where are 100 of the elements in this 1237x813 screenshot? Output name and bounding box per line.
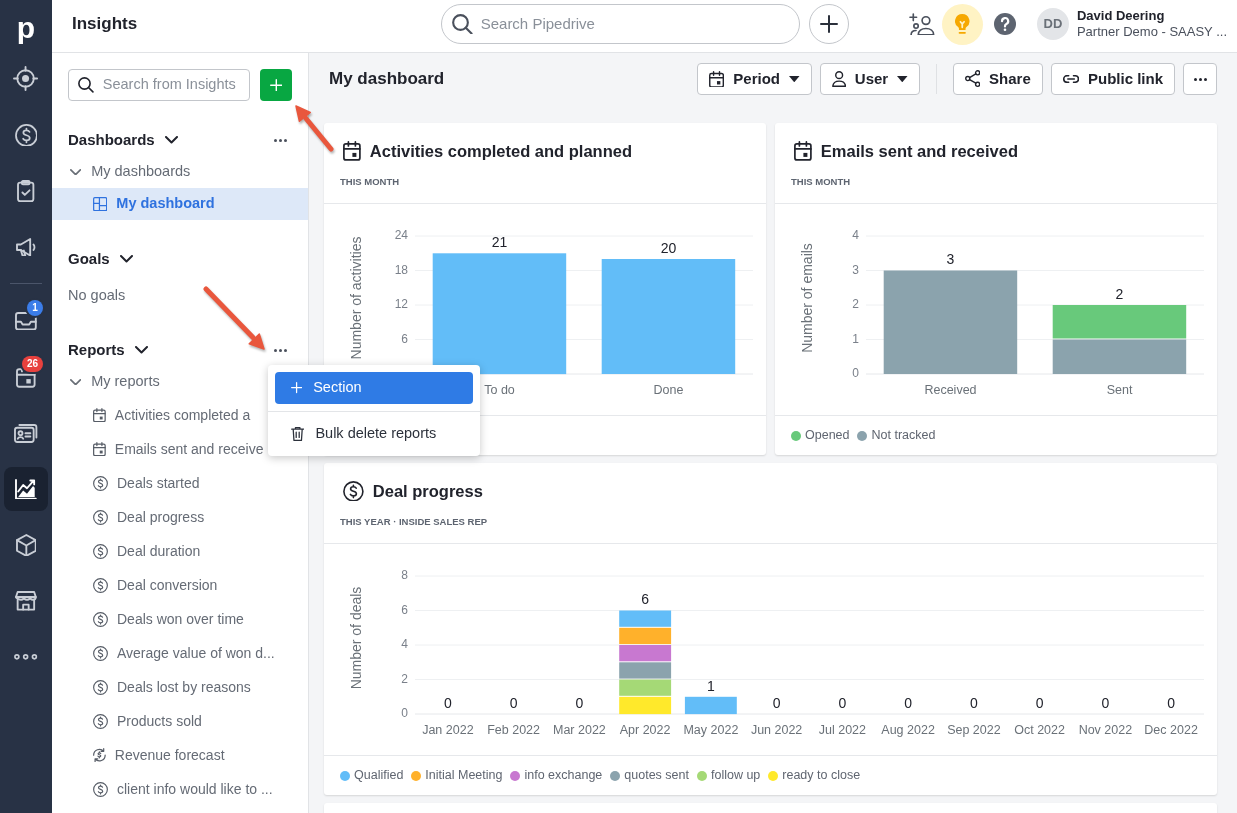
clipboard-check-icon (17, 179, 35, 203)
share-button[interactable]: Share (952, 63, 1043, 95)
category-label: Apr 2022 (619, 723, 671, 738)
bar-segment (619, 662, 672, 679)
app-logo[interactable]: p (16, 5, 36, 51)
person-icon (831, 71, 846, 87)
empty-text: No goals (68, 286, 126, 306)
legend-label: quotes sent (624, 767, 689, 785)
tree-item[interactable]: Deal conversion (52, 568, 218, 602)
search-field[interactable]: Search Pipedrive (441, 4, 800, 44)
tick-label: 1 (852, 331, 859, 346)
value-label: 0 (772, 694, 781, 711)
megaphone-icon (16, 237, 36, 257)
card-subtitle: THIS MONTH (340, 175, 400, 189)
dollar-icon (14, 123, 38, 147)
bar-segment (619, 645, 672, 662)
dollar-cycle-icon (93, 747, 106, 763)
more-icon (274, 348, 287, 352)
section-toggle[interactable]: Reports (68, 338, 148, 362)
tree-item[interactable]: Emails sent and receive (52, 432, 264, 466)
link-icon (1062, 75, 1079, 83)
category-label: Oct 2022 (1014, 723, 1065, 738)
category-label: Jun 2022 (750, 723, 803, 738)
tree-item[interactable]: My dashboard (52, 188, 308, 220)
search-field[interactable]: Search from Insights (68, 69, 250, 101)
tick-label: 8 (401, 568, 408, 583)
tree-group[interactable]: My dashboards (68, 156, 191, 188)
search-input[interactable]: Search Pipedrive (480, 12, 787, 36)
help-button[interactable] (993, 13, 1016, 35)
cube-icon (15, 533, 37, 557)
more-icon (14, 654, 38, 660)
tick-label: 0 (401, 706, 408, 721)
category-label: Received (924, 383, 977, 398)
calendar-icon (709, 70, 725, 88)
caret-icon (897, 75, 908, 83)
user-avatar[interactable]: DD (1036, 8, 1069, 40)
public-link-button[interactable]: Public link (1050, 63, 1175, 95)
chart-icon (15, 478, 37, 500)
section-toggle[interactable]: Goals (68, 247, 133, 271)
count-badge: 26 (21, 356, 43, 372)
tree-group[interactable]: My reports (68, 366, 160, 398)
legend-label: ready to close (782, 767, 861, 785)
add-button[interactable] (809, 4, 849, 44)
add-people-icon (908, 12, 935, 36)
value-label: 2 (1115, 285, 1124, 302)
legend-label: follow up (710, 767, 761, 785)
tree-item[interactable]: Deals lost by reasons (52, 670, 251, 704)
card-title: Activities completed and planned (369, 140, 633, 162)
section-toggle[interactable]: Dashboards (68, 128, 178, 152)
dollar-icon (93, 475, 108, 491)
card-title: Emails sent and received (820, 140, 1018, 162)
legend-label: info exchange (524, 767, 603, 785)
nav-button[interactable] (4, 467, 48, 511)
value-label: 0 (1101, 694, 1110, 711)
dollar-icon (93, 645, 108, 661)
menu-item[interactable]: Section (275, 372, 473, 404)
period-dropdown[interactable]: Period (697, 63, 812, 95)
tick-label: 3 (852, 262, 859, 277)
value-label: 0 (1035, 694, 1044, 711)
tree-item[interactable]: client info would like to ... (52, 772, 273, 806)
tick-label: 24 (394, 228, 408, 243)
dashboard-icon (93, 196, 108, 212)
value-label: 0 (509, 694, 518, 711)
user-dropdown[interactable]: User (819, 63, 920, 95)
tick-label: 6 (401, 331, 408, 346)
lightbulb-icon (955, 14, 970, 34)
more-icon (1193, 77, 1207, 81)
plus-icon (820, 15, 838, 33)
dollar-icon (93, 781, 108, 797)
tick-label: 18 (394, 262, 408, 277)
bar-segment (619, 696, 672, 715)
tree-item[interactable]: Deals started (52, 466, 200, 500)
search-input[interactable]: Search from Insights (102, 74, 240, 96)
tree-item[interactable]: Products sold (52, 704, 202, 738)
tree-item[interactable]: Deal duration (52, 534, 201, 568)
annotation-arrow (295, 105, 335, 153)
share-icon (964, 70, 981, 88)
value-label: 20 (660, 239, 677, 256)
tick-label: 4 (852, 228, 859, 243)
tick-label: 2 (401, 671, 408, 686)
dollar-icon (93, 713, 108, 729)
axis-title: Number of deals (347, 586, 364, 690)
axis-title: Number of activities (347, 236, 364, 360)
calendar-icon (343, 141, 361, 161)
tree-item[interactable]: Activities completed a (52, 398, 251, 432)
invite-button[interactable] (908, 12, 935, 36)
menu-item[interactable]: Bulk delete reports (275, 418, 473, 450)
tree-item[interactable]: Average value of won d... (52, 636, 275, 670)
calendar-icon (16, 366, 36, 388)
tree-item[interactable]: Deals won over time (52, 602, 244, 636)
company-name: Partner Demo - SAASY ... (1076, 24, 1227, 40)
tree-item[interactable]: Deal progress (52, 500, 205, 534)
tree-item[interactable]: Revenue forecast (52, 738, 225, 772)
storefront-icon (15, 591, 37, 611)
category-label: To do (484, 383, 515, 398)
dashboard-title: My dashboard (329, 68, 445, 91)
dollar-icon (93, 543, 108, 559)
category-label: Feb 2022 (487, 723, 540, 738)
search-icon (452, 13, 473, 35)
category-label: May 2022 (683, 723, 739, 738)
